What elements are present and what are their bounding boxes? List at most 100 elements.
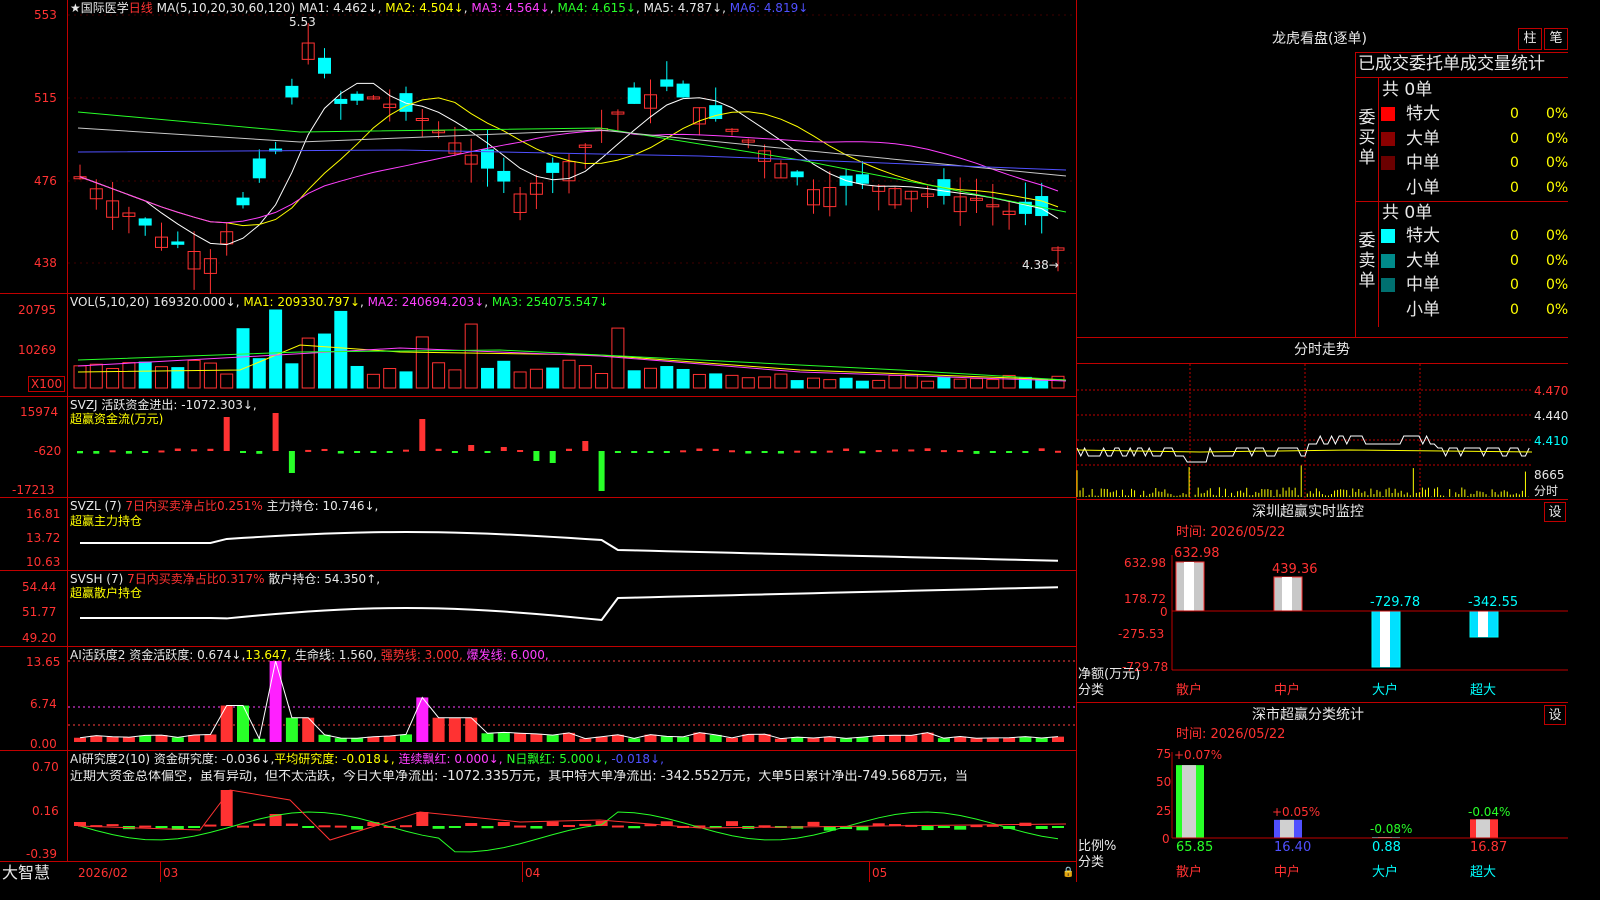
svzj-bar	[370, 451, 377, 453]
svzj-bar	[973, 451, 980, 454]
brand-logo[interactable]: 大智慧	[2, 864, 50, 882]
candle-body	[138, 218, 152, 226]
volume-bar	[546, 367, 560, 389]
lhb-subtitle: 已成交委托单成交量统计	[1358, 54, 1545, 74]
monitor-bar-shine	[1184, 562, 1194, 611]
classify-bar-shine	[1378, 837, 1392, 838]
ai-active-bar	[497, 732, 510, 742]
ma6-line	[77, 149, 1067, 171]
svzj-bar	[826, 450, 833, 453]
xaxis-label-4: 05	[872, 866, 888, 880]
vol-axis-1: 20795	[18, 303, 57, 317]
lock-icon[interactable]: 🔒	[1062, 866, 1074, 880]
monitor-axis-1: 632.98	[1124, 556, 1166, 570]
ai-research-bar	[416, 812, 429, 826]
ai-research-bar	[937, 826, 950, 828]
volume-bar	[497, 360, 511, 389]
monitor-value-label: -342.55	[1468, 595, 1519, 610]
sell-row-label: 大单	[1406, 250, 1440, 271]
svzj-bar	[142, 451, 149, 453]
volume-bar	[676, 368, 690, 389]
intraday-vol: 8665	[1534, 468, 1565, 482]
svzl-axis-1: 16.81	[26, 507, 61, 521]
svzj-bar	[1006, 451, 1013, 453]
volume-bar	[155, 366, 168, 389]
monitor-settings-button[interactable]: 设	[1544, 502, 1566, 522]
buy-swatch-1	[1381, 131, 1395, 146]
sell-row-value: 0	[1510, 301, 1519, 318]
star-icon[interactable]: ★	[70, 1, 81, 15]
candle-body	[285, 85, 299, 98]
candle-body	[676, 83, 690, 98]
period-label[interactable]: 日线	[129, 1, 153, 15]
ai-research-comment: 近期大资金总体偏空，虽有异动，但不太活跃，今日大单净流出: -1072.335万…	[70, 770, 968, 784]
volume-bar	[774, 373, 788, 389]
classify-category-label: 大户	[1372, 865, 1399, 880]
sell-swatch-0	[1381, 229, 1395, 243]
ai-active-bar	[285, 717, 298, 742]
buy-row-label: 特大	[1406, 104, 1440, 124]
ai-active-bar	[448, 717, 461, 742]
kline-chart[interactable]	[0, 0, 1076, 862]
volume-bar	[122, 362, 136, 389]
xaxis-label-1: 2026/02	[78, 866, 128, 880]
classify-title: 深市超赢分类统计	[1252, 707, 1364, 723]
volume-bar	[644, 367, 657, 389]
price-axis-1: 553	[34, 8, 57, 22]
ai-research-bar	[448, 826, 461, 828]
volume-bar	[562, 359, 576, 389]
ai-research-header: AI研究度2(10) 资金研究度: -0.036↓,平均研究度: -0.018↓…	[70, 752, 664, 766]
ai-active-axis-2: 6.74	[30, 697, 57, 711]
candle-body	[350, 93, 364, 101]
svzj-axis-1: 15974	[20, 405, 59, 419]
svzj-bar	[109, 450, 116, 453]
ai-active-bar	[74, 737, 86, 742]
svzl-axis-3: 10.63	[26, 555, 61, 569]
classify-axis-1: 75	[1156, 747, 1172, 761]
volume-bar	[660, 366, 674, 389]
ai-active-bar	[334, 738, 347, 742]
monitor-bar	[1175, 561, 1205, 612]
ai-research-bar	[611, 825, 624, 828]
candle-body	[252, 158, 266, 179]
candle-body	[790, 171, 804, 178]
monitor-value-label: 632.98	[1174, 546, 1220, 561]
xaxis-label-2: 03	[163, 866, 179, 880]
bar-view-button[interactable]: 柱	[1518, 28, 1542, 50]
svzj-bar	[1022, 451, 1029, 453]
svzj-bar	[500, 447, 507, 451]
svzj-bar	[240, 451, 246, 453]
candle-body	[481, 149, 494, 169]
volume-bar	[285, 363, 299, 389]
classify-bar	[1274, 819, 1302, 838]
vol-axis-2: 10269	[18, 343, 57, 357]
ai-research-axis-2: 0.16	[32, 804, 59, 818]
svzj-bar	[1038, 448, 1045, 451]
ai-active-bar	[269, 661, 282, 742]
svzj-bar	[174, 448, 181, 451]
buy-side-label: 委买单	[1358, 108, 1376, 168]
sell-row-percent: 0%	[1546, 301, 1569, 318]
ai-active-bar	[726, 737, 738, 742]
ai-research-bar	[204, 824, 217, 827]
vol-unit-button[interactable]: X100	[28, 376, 66, 392]
buy-row-value: 0	[1510, 179, 1519, 196]
tick-view-button[interactable]: 笔	[1544, 28, 1568, 50]
svsh-axis-2: 51.77	[22, 605, 57, 619]
classify-settings-button[interactable]: 设	[1544, 705, 1566, 725]
high-mark: 5.53	[289, 15, 316, 29]
buy-row-value: 0	[1510, 130, 1519, 147]
lhb-title: 龙虎看盘(逐单)	[1272, 31, 1367, 47]
ai-active-bar	[302, 717, 315, 742]
ai-research-bar	[530, 826, 543, 829]
svzj-bar	[614, 451, 621, 453]
sell-row-label: 特大	[1406, 226, 1440, 246]
ma6-value: MA6: 4.819↓	[729, 1, 809, 15]
ai-research-bar	[318, 825, 331, 828]
ai-research-bar	[628, 826, 641, 829]
ai-active-bar	[530, 733, 543, 742]
ai-active-bar	[872, 735, 885, 742]
monitor-date: 时间: 2026/05/22	[1176, 525, 1286, 540]
svzj-bar	[777, 451, 784, 454]
svsh-header: SVSH (7) 7日内买卖净占比0.317% 散户持仓: 54.350↑,	[70, 572, 381, 586]
